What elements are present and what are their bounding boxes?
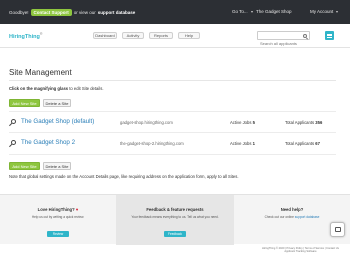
support-database-footer-link[interactable]: support database — [295, 215, 320, 219]
total-applicants-value: 356 — [315, 120, 323, 125]
total-applicants-label: Total Applicants — [285, 120, 315, 125]
delete-site-button[interactable]: Delete a Site — [43, 99, 71, 107]
footer-feedback-sub: Your feedback means everything to us. Te… — [131, 215, 219, 219]
footer-feedback-heading: Feedback & feature requests — [146, 207, 204, 212]
magnifying-glass-icon[interactable] — [11, 119, 16, 124]
account-label: My Account — [310, 9, 334, 14]
delete-site-button-bottom[interactable]: Delete a Site — [43, 162, 71, 170]
total-applicants: Total Applicants 67 — [285, 141, 320, 146]
copyright-line-2: Applicant Tracking Software — [284, 250, 317, 254]
support-database-link[interactable]: support database — [98, 10, 136, 15]
nav-reports[interactable]: Reports — [149, 32, 173, 39]
chat-icon — [335, 227, 341, 232]
total-applicants-value: 67 — [315, 141, 320, 146]
footer-review-heading: Love HiringThing? ♥ — [0, 207, 116, 212]
magnifying-glass-icon[interactable] — [11, 140, 16, 145]
logo-text: HiringThing — [9, 33, 40, 40]
contact-support-button[interactable]: Contact Support — [30, 9, 72, 16]
site-name-link[interactable]: The Gadget Shop 2 — [21, 139, 75, 146]
account-menu[interactable]: My Account — [310, 9, 339, 14]
footer-review-section: Love HiringThing? ♥ Help us out by writi… — [0, 195, 116, 245]
goto-menu[interactable]: Go To... — [232, 9, 253, 14]
nav-help[interactable]: Help — [178, 32, 200, 39]
footer-feedback-section: Feedback & feature requests Your feedbac… — [116, 195, 234, 245]
site-switcher-label: The Gadget Shop — [256, 9, 292, 14]
search-box — [257, 31, 310, 47]
site-row: The Gadget Shop 2 the-gadget-shop-2.hiri… — [9, 133, 336, 155]
instruction-text: Click on the magnifying glass to edit Si… — [9, 86, 104, 91]
divider — [9, 80, 336, 81]
page-title: Site Management — [9, 68, 72, 77]
active-jobs: Active Jobs 1 — [230, 141, 255, 146]
active-jobs: Active Jobs 5 — [230, 120, 255, 125]
goodbye-text: Goodbye! — [9, 10, 29, 15]
review-button[interactable]: Review — [47, 231, 69, 237]
copyright: HiringThing © 2020 | Privacy Policy | Te… — [262, 247, 339, 254]
support-middle-text: or view our — [73, 10, 96, 15]
site-url: gadget-shop.hiringthing.com — [120, 120, 173, 125]
add-site-button-bottom[interactable]: Add New Site — [9, 162, 40, 170]
heart-icon: ♥ — [75, 207, 79, 212]
menu-icon-bar — [327, 35, 332, 36]
instruction-bold: Click on the magnifying glass — [9, 86, 69, 91]
footer-help-heading: Need help? — [280, 207, 304, 212]
active-jobs-value: 5 — [252, 120, 255, 125]
search-icon[interactable] — [302, 33, 307, 38]
chat-button[interactable] — [330, 222, 345, 237]
nav-dashboard[interactable]: Dashboard — [93, 32, 117, 39]
review-heading-text: Love HiringThing? — [37, 207, 75, 212]
goto-label: Go To... — [232, 9, 248, 14]
footer-help-section: Need help? Check out our online support … — [234, 195, 350, 245]
active-jobs-label: Active Jobs — [230, 120, 252, 125]
total-applicants: Total Applicants 356 — [285, 120, 322, 125]
instruction-rest: to edit Site details. — [68, 86, 104, 91]
nav-activity[interactable]: Activity — [122, 32, 144, 39]
menu-button[interactable] — [325, 31, 334, 40]
footer-review-sub: Help us out by writing a quick review. — [31, 215, 85, 219]
active-jobs-label: Active Jobs — [230, 141, 252, 146]
search-input[interactable] — [258, 40, 302, 47]
logo-mark: ® — [39, 32, 43, 36]
site-row: The Gadget Shop (default) gadget-shop.hi… — [9, 111, 336, 133]
support-message: Goodbye! Contact Support or view our sup… — [9, 9, 135, 16]
footer-help-sub: Check out our online support database — [234, 215, 350, 219]
global-settings-note: Note that global settings made on the Ac… — [9, 174, 239, 179]
site-name-link[interactable]: The Gadget Shop (default) — [21, 118, 94, 125]
footer: Love HiringThing? ♥ Help us out by writi… — [0, 194, 350, 245]
feedback-button[interactable]: Feedback — [164, 231, 186, 237]
add-site-button[interactable]: Add New Site — [9, 99, 40, 107]
active-jobs-value: 1 — [252, 141, 255, 146]
menu-icon — [327, 33, 332, 35]
menu-icon-bar — [327, 36, 332, 38]
chevron-down-icon — [250, 10, 253, 13]
site-switcher[interactable]: The Gadget Shop — [256, 9, 292, 14]
help-sub-prefix: Check out our online — [264, 215, 294, 219]
site-url: the-gadget-shop-2.hiringthing.com — [120, 141, 184, 146]
total-applicants-label: Total Applicants — [285, 141, 315, 146]
logo[interactable]: HiringThing® — [9, 32, 42, 40]
chevron-down-icon — [336, 10, 339, 13]
top-bar: Goodbye! Contact Support or view our sup… — [0, 0, 350, 24]
